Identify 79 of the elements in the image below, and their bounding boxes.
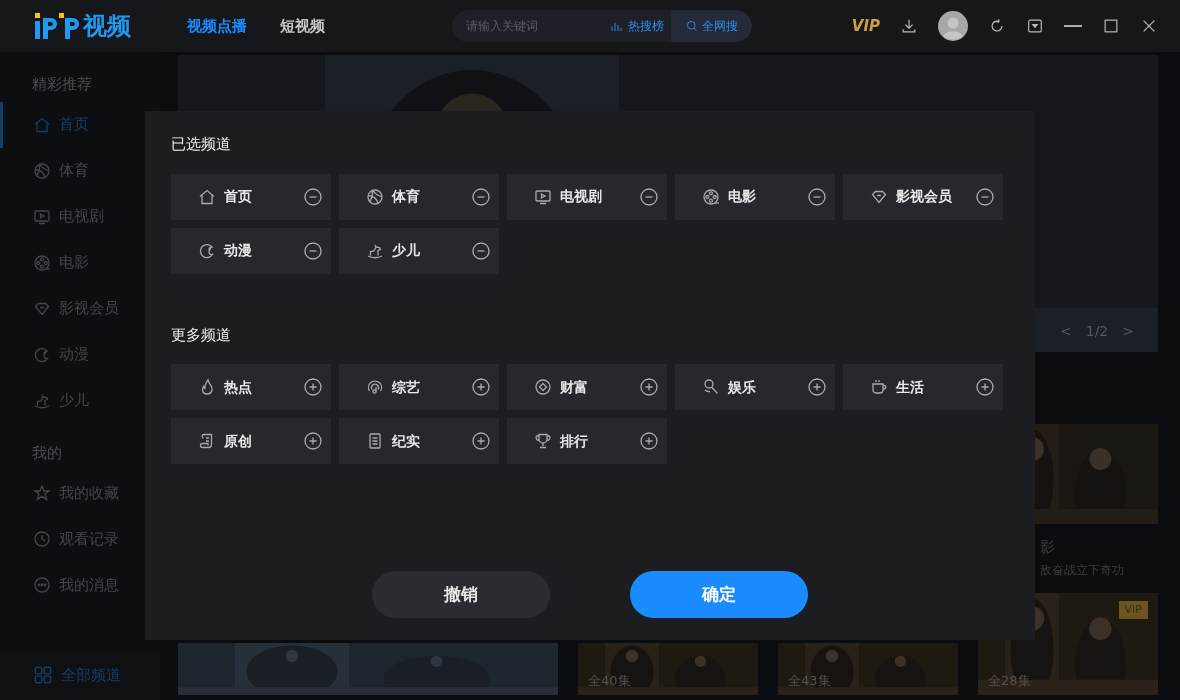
channel-tile[interactable]: 影视会员 bbox=[843, 173, 1003, 220]
channel-tile[interactable]: 纪实 bbox=[339, 418, 499, 464]
remove-button[interactable] bbox=[975, 186, 995, 207]
vip-link[interactable]: VIP bbox=[851, 14, 880, 38]
channel-tile[interactable]: 原创 bbox=[171, 418, 331, 464]
cup-icon bbox=[869, 377, 889, 397]
remove-button[interactable] bbox=[471, 186, 491, 207]
remove-button[interactable] bbox=[807, 186, 827, 207]
channel-label: 电视剧 bbox=[560, 187, 602, 206]
channel-tile[interactable]: 排行 bbox=[507, 418, 667, 464]
logo-text: 视频 bbox=[82, 11, 131, 42]
channel-label: 纪实 bbox=[392, 431, 420, 451]
section-title: 已选频道 bbox=[171, 134, 232, 155]
channel-tile[interactable]: 电影 bbox=[675, 173, 835, 220]
web-search-button[interactable]: 全网搜 bbox=[670, 10, 752, 42]
dots-icon bbox=[32, 575, 52, 595]
section-title: 我的 bbox=[31, 442, 63, 464]
channel-tile[interactable]: 财富 bbox=[507, 364, 667, 410]
channel-tile[interactable]: 体育 bbox=[339, 173, 499, 220]
add-button[interactable] bbox=[303, 377, 323, 397]
channel-label: 生活 bbox=[896, 377, 924, 397]
add-button[interactable] bbox=[639, 377, 659, 397]
channel-label: 影视会员 bbox=[896, 187, 952, 206]
section-title: 更多频道 bbox=[171, 324, 232, 346]
clock-icon bbox=[32, 529, 52, 549]
channel-tile[interactable]: 生活 bbox=[843, 364, 1003, 410]
channel-label: 综艺 bbox=[392, 377, 420, 397]
grid-icon bbox=[32, 664, 54, 686]
channel-label: 首页 bbox=[224, 187, 252, 206]
channel-label: 电影 bbox=[728, 187, 756, 206]
channel-tile[interactable]: 少儿 bbox=[339, 227, 499, 274]
dropdown-box-icon bbox=[1026, 17, 1044, 35]
remove-button[interactable] bbox=[471, 240, 491, 261]
search-icon bbox=[684, 19, 699, 33]
add-button[interactable] bbox=[639, 431, 659, 451]
ball-icon bbox=[32, 160, 52, 181]
channel-tile[interactable]: 电视剧 bbox=[507, 173, 667, 220]
add-button[interactable] bbox=[303, 431, 323, 451]
add-button[interactable] bbox=[471, 377, 491, 397]
page-indicator: 1/2 bbox=[1085, 322, 1109, 341]
channel-label: 娱乐 bbox=[728, 377, 756, 397]
cancel-button[interactable]: 撤销 bbox=[372, 571, 550, 618]
add-button[interactable] bbox=[975, 377, 995, 397]
trophy-icon bbox=[533, 431, 553, 451]
hot-search-button[interactable]: 热搜榜 bbox=[592, 10, 671, 42]
channel-label: 少儿 bbox=[392, 241, 420, 260]
dropdown-box-button[interactable] bbox=[1026, 17, 1044, 35]
channel-label: 排行 bbox=[560, 431, 588, 451]
channel-tile[interactable]: 娱乐 bbox=[675, 364, 835, 410]
channel-label: 体育 bbox=[392, 187, 420, 206]
logo-icon bbox=[35, 12, 79, 40]
download-icon bbox=[900, 17, 918, 35]
nav-tab[interactable]: 短视频 bbox=[280, 14, 325, 38]
channel-tile[interactable]: 综艺 bbox=[339, 364, 499, 410]
maximize-icon bbox=[1102, 17, 1120, 35]
channel-tile[interactable]: 动漫 bbox=[171, 227, 331, 274]
arc-icon bbox=[365, 377, 385, 397]
channel-tile[interactable]: 首页 bbox=[171, 173, 331, 220]
channel-label: 动漫 bbox=[224, 241, 252, 260]
remove-button[interactable] bbox=[303, 186, 323, 207]
ball-icon bbox=[365, 186, 385, 207]
film-reel-icon bbox=[32, 252, 52, 273]
channel-label: 财富 bbox=[560, 377, 588, 397]
section-title: 精彩推荐 bbox=[31, 74, 93, 95]
add-button[interactable] bbox=[807, 377, 827, 397]
channel-tile[interactable]: 热点 bbox=[171, 364, 331, 410]
remove-button[interactable] bbox=[639, 186, 659, 207]
minimize-icon bbox=[1064, 25, 1082, 27]
avatar[interactable] bbox=[938, 11, 968, 41]
star-icon bbox=[32, 483, 52, 503]
add-button[interactable] bbox=[471, 431, 491, 451]
remove-button[interactable] bbox=[303, 240, 323, 261]
maximize-button[interactable] bbox=[1102, 17, 1120, 35]
coin-icon bbox=[533, 377, 553, 397]
nav-tab[interactable]: 视频点播 bbox=[187, 14, 247, 38]
film-reel-icon bbox=[701, 186, 721, 207]
channel-label: 热点 bbox=[224, 377, 252, 397]
channel-label: 原创 bbox=[224, 431, 252, 451]
download-button[interactable] bbox=[900, 17, 918, 35]
